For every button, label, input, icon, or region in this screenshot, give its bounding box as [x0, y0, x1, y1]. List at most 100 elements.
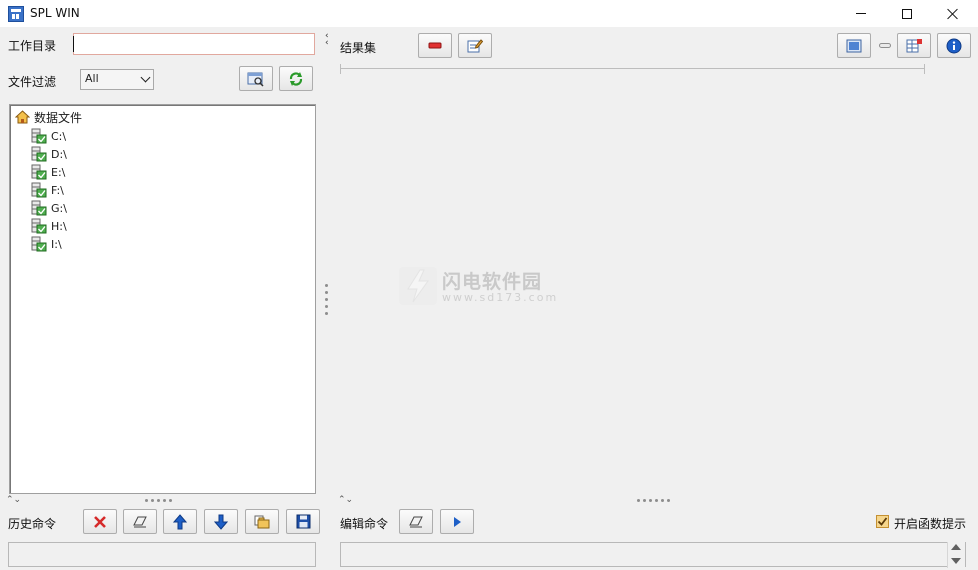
minimize-icon [856, 13, 866, 14]
splitter-dot [325, 284, 328, 287]
result-label: 结果集 [340, 41, 377, 55]
tree-root-label: 数据文件 [34, 110, 83, 125]
remove-result-button[interactable] [418, 33, 452, 58]
text-cursor [73, 36, 74, 52]
splitter-dot [649, 499, 652, 502]
func-hint-checkbox[interactable] [876, 515, 889, 528]
tree-drive-label: C:\ [51, 129, 67, 143]
splitter-dot [163, 499, 166, 502]
delete-x-icon [94, 515, 106, 528]
watermark-logo [398, 266, 438, 309]
file-filter-select[interactable]: All [80, 69, 154, 90]
folder-icon [254, 515, 270, 528]
tree-drive-item[interactable]: G:\ [31, 199, 67, 217]
tree-drive-item[interactable]: D:\ [31, 145, 67, 163]
drive-icon [31, 128, 47, 144]
scroll-up-icon[interactable] [951, 544, 961, 550]
tree-drive-label: F:\ [51, 183, 64, 197]
tree-root[interactable]: 数据文件 [15, 108, 82, 126]
tree-drive-item[interactable]: F:\ [31, 181, 64, 199]
drive-icon [31, 218, 47, 234]
splitter-dot [145, 499, 148, 502]
toolbar-separator-icon [879, 43, 891, 48]
history-label: 历史命令 [8, 517, 57, 531]
arrow-down-icon [214, 514, 228, 530]
drive-icon [31, 146, 47, 162]
open-folder-button[interactable] [245, 509, 279, 534]
eraser-icon [133, 516, 147, 527]
save-icon [296, 514, 310, 529]
result-header-line [340, 68, 925, 69]
checkmark-icon [877, 517, 888, 526]
run-cmd-button[interactable] [440, 509, 474, 534]
lightning-icon [399, 267, 437, 305]
window-title: SPL WIN [30, 6, 80, 20]
tree-drive-label: H:\ [51, 219, 67, 233]
edit-cmd-field[interactable] [340, 542, 966, 567]
view-panel-button[interactable] [837, 33, 871, 58]
collapse-left-icon[interactable]: ‹ ‹ [325, 32, 329, 48]
drive-icon [31, 164, 47, 180]
title-bar [0, 0, 978, 27]
collapse-toggle-icon[interactable]: ⌃⌄ [6, 495, 21, 505]
watermark-text: 闪电软件园 [442, 271, 543, 293]
file-filter-value: All [85, 72, 99, 85]
export-grid-icon [906, 38, 922, 52]
tree-drive-label: G:\ [51, 201, 67, 215]
tree-drive-label: I:\ [51, 237, 62, 251]
func-hint-label: 开启函数提示 [894, 517, 967, 531]
file-tree[interactable]: 数据文件 C:\ D:\ E:\ F:\ G:\ H:\ I:\ [9, 104, 316, 494]
home-icon [15, 110, 30, 124]
splitter-dot [325, 312, 328, 315]
tree-drive-label: E:\ [51, 165, 66, 179]
chevron-down-icon [140, 72, 151, 83]
clear-cmd-button[interactable] [399, 509, 433, 534]
drive-icon [31, 182, 47, 198]
delete-history-button[interactable] [83, 509, 117, 534]
splitter-dot [637, 499, 640, 502]
drive-icon [31, 200, 47, 216]
tree-drive-label: D:\ [51, 147, 67, 161]
close-icon [947, 8, 959, 20]
edit-icon [467, 39, 483, 53]
collapse-toggle-icon[interactable]: ⌃⌄ [338, 495, 353, 505]
play-icon [454, 516, 461, 527]
refresh-icon [289, 71, 303, 86]
panel-icon [846, 39, 862, 52]
info-button[interactable] [937, 33, 971, 58]
move-down-button[interactable] [204, 509, 238, 534]
splitter-dot [157, 499, 160, 502]
move-up-button[interactable] [163, 509, 197, 534]
tree-drive-item[interactable]: I:\ [31, 235, 62, 253]
close-button[interactable] [930, 0, 976, 27]
work-dir-label: 工作目录 [8, 39, 57, 53]
export-button[interactable] [897, 33, 931, 58]
refresh-button[interactable] [279, 66, 313, 91]
edit-cmd-label: 编辑命令 [340, 517, 389, 531]
watermark-subtext: www.sd173.com [442, 291, 559, 304]
splitter-dot [643, 499, 646, 502]
tree-drive-item[interactable]: H:\ [31, 217, 67, 235]
scroll-down-icon[interactable] [951, 558, 961, 564]
minus-red-icon [428, 42, 442, 48]
splitter-dot [325, 298, 328, 301]
app-icon [8, 6, 24, 22]
splitter-dot [661, 499, 664, 502]
minimize-button[interactable] [838, 0, 884, 27]
splitter-dot [151, 499, 154, 502]
splitter-dot [325, 305, 328, 308]
save-button[interactable] [286, 509, 320, 534]
splitter-dot [169, 499, 172, 502]
tree-drive-item[interactable]: C:\ [31, 127, 66, 145]
history-field[interactable] [8, 542, 316, 567]
splitter-dot [667, 499, 670, 502]
drive-icon [31, 236, 47, 252]
folder-search-icon [247, 72, 264, 87]
edit-result-button[interactable] [458, 33, 492, 58]
work-dir-input[interactable] [73, 33, 315, 55]
info-icon [946, 38, 962, 53]
maximize-button[interactable] [884, 0, 930, 27]
tree-drive-item[interactable]: E:\ [31, 163, 65, 181]
browse-dir-button[interactable] [239, 66, 273, 91]
clear-history-button[interactable] [123, 509, 157, 534]
